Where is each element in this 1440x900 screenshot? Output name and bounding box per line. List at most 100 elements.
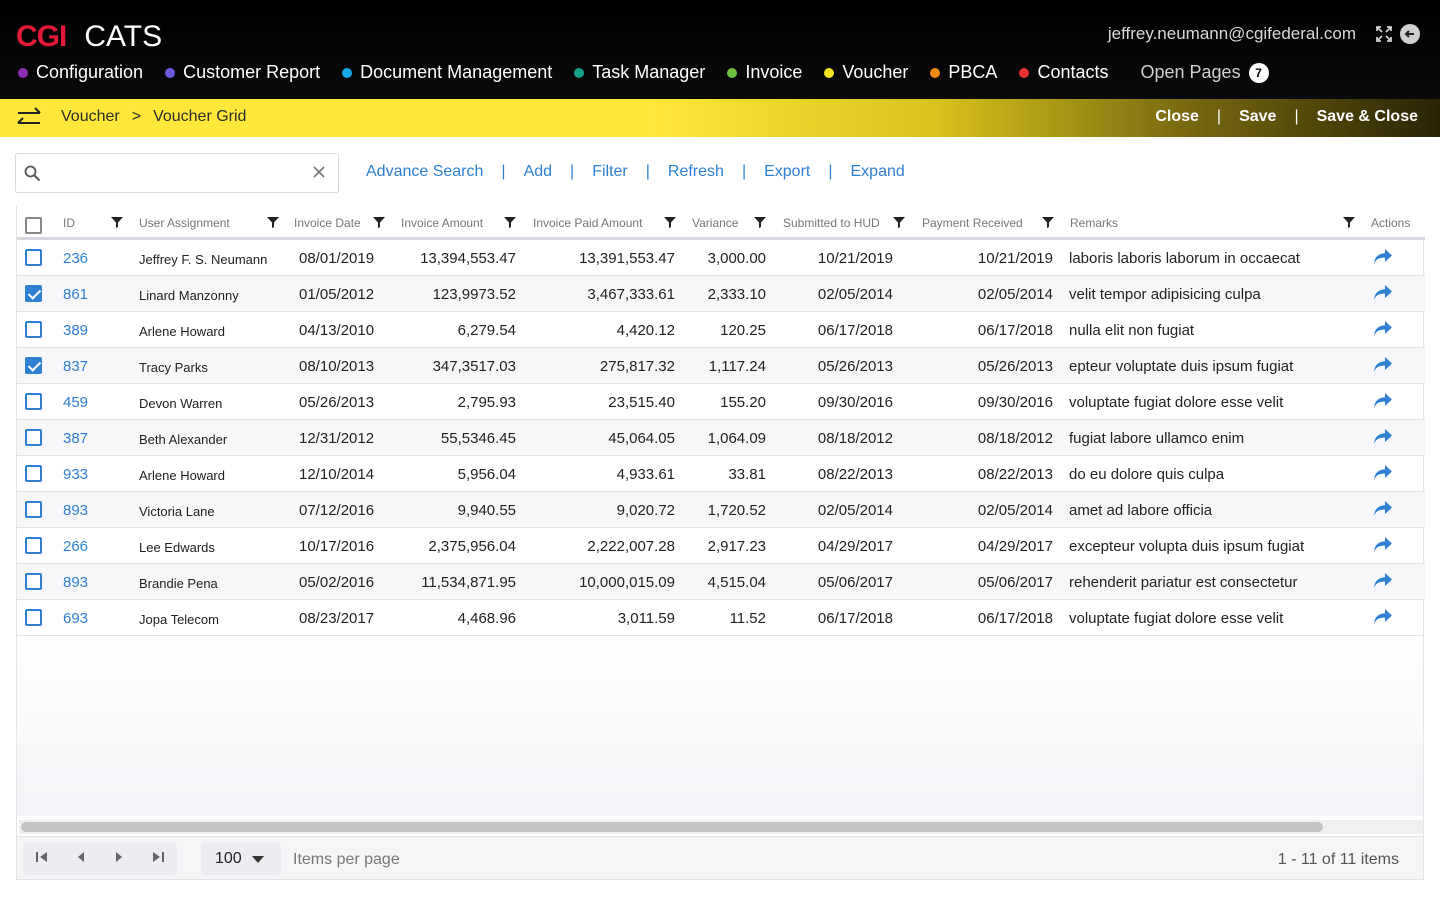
row-checkbox[interactable] — [25, 573, 42, 590]
table-row[interactable]: 933 Arlene Howard 12/10/2014 5,956.04 4,933.… — [17, 456, 1425, 492]
close-button[interactable]: Close — [1155, 108, 1199, 126]
share-arrow-icon[interactable] — [1373, 536, 1393, 558]
share-arrow-icon[interactable] — [1373, 284, 1393, 306]
cell-id[interactable]: 266 — [63, 538, 88, 555]
cell-id[interactable]: 387 — [63, 430, 88, 447]
nav-item-task-manager[interactable]: Task Manager — [574, 62, 705, 83]
table-row[interactable]: 837 Tracy Parks 08/10/2013 347,3517.03 275,8… — [17, 348, 1425, 384]
nav-item-configuration[interactable]: Configuration — [18, 62, 143, 83]
share-arrow-icon[interactable] — [1373, 500, 1393, 522]
cell-invoice-amount: 2,795.93 — [457, 394, 516, 411]
cell-remarks: epteur voluptate duis ipsum fugiat — [1069, 358, 1294, 375]
add-link[interactable]: Add — [524, 163, 552, 181]
column-header-id[interactable]: ID — [63, 216, 75, 230]
next-page-icon[interactable] — [112, 850, 126, 869]
nav-item-contacts[interactable]: Contacts — [1019, 62, 1109, 83]
nav-item-customer-report[interactable]: Customer Report — [165, 62, 320, 83]
open-pages-button[interactable]: Open Pages 7 — [1141, 62, 1269, 83]
search-input[interactable] — [50, 162, 310, 184]
logout-icon[interactable] — [1400, 24, 1420, 44]
nav-item-document-management[interactable]: Document Management — [342, 62, 552, 83]
share-arrow-icon[interactable] — [1373, 572, 1393, 594]
page-size-select[interactable]: 100 — [201, 843, 281, 875]
cell-id[interactable]: 236 — [63, 250, 88, 267]
share-arrow-icon[interactable] — [1373, 392, 1393, 414]
filter-icon[interactable] — [1042, 216, 1054, 228]
expand-link[interactable]: Expand — [851, 163, 905, 181]
first-page-icon[interactable] — [35, 850, 49, 869]
filter-icon[interactable] — [893, 216, 905, 228]
row-checkbox[interactable] — [25, 609, 42, 626]
column-header-payment-received[interactable]: Payment Received — [922, 216, 1023, 230]
column-header-variance[interactable]: Variance — [692, 216, 738, 230]
horizontal-scrollbar[interactable] — [19, 820, 1423, 834]
cell-id[interactable]: 693 — [63, 610, 88, 627]
table-row[interactable]: 459 Devon Warren 05/26/2013 2,795.93 23,515.… — [17, 384, 1425, 420]
filter-icon[interactable] — [111, 216, 123, 228]
table-row[interactable]: 693 Jopa Telecom 08/23/2017 4,468.96 3,011.5… — [17, 600, 1425, 636]
table-row[interactable]: 861 Linard Manzonny 01/05/2012 123,9973.52 3… — [17, 276, 1425, 312]
row-checkbox[interactable] — [25, 357, 42, 374]
save-button[interactable]: Save — [1239, 108, 1276, 126]
column-header-paid-amount[interactable]: Invoice Paid Amount — [533, 216, 642, 230]
share-arrow-icon[interactable] — [1373, 248, 1393, 270]
last-page-icon[interactable] — [151, 850, 165, 869]
app-logo[interactable]: CGI CATS — [16, 20, 162, 54]
cell-id[interactable]: 933 — [63, 466, 88, 483]
user-email[interactable]: jeffrey.neumann@cgifederal.com — [1108, 24, 1356, 44]
row-checkbox[interactable] — [25, 429, 42, 446]
filter-icon[interactable] — [373, 216, 385, 228]
row-checkbox[interactable] — [25, 465, 42, 482]
cell-id[interactable]: 893 — [63, 502, 88, 519]
filter-icon[interactable] — [664, 216, 676, 228]
column-header-user[interactable]: User Assignment — [139, 216, 230, 230]
share-arrow-icon[interactable] — [1373, 356, 1393, 378]
table-row[interactable]: 266 Lee Edwards 10/17/2016 2,375,956.04 2,22… — [17, 528, 1425, 564]
filter-icon[interactable] — [754, 216, 766, 228]
filter-icon[interactable] — [267, 216, 279, 228]
clear-search-icon[interactable] — [312, 165, 326, 184]
refresh-link[interactable]: Refresh — [668, 163, 724, 181]
column-header-submitted[interactable]: Submitted to HUD — [783, 216, 880, 230]
table-row[interactable]: 893 Brandie Pena 05/02/2016 11,534,871.95 10… — [17, 564, 1425, 600]
nav-item-voucher[interactable]: Voucher — [824, 62, 908, 83]
advance-search-link[interactable]: Advance Search — [366, 163, 483, 181]
cell-remarks: rehenderit pariatur est consectetur — [1069, 574, 1298, 591]
items-per-page-label: Items per page — [293, 851, 400, 868]
share-arrow-icon[interactable] — [1373, 608, 1393, 630]
share-arrow-icon[interactable] — [1373, 464, 1393, 486]
filter-link[interactable]: Filter — [592, 163, 628, 181]
nav-item-pbca[interactable]: PBCA — [930, 62, 997, 83]
swap-arrows-icon[interactable] — [16, 106, 42, 130]
cell-id[interactable]: 861 — [63, 286, 88, 303]
cell-id[interactable]: 893 — [63, 574, 88, 591]
filter-icon[interactable] — [504, 216, 516, 228]
export-link[interactable]: Export — [764, 163, 810, 181]
fullscreen-icon[interactable] — [1374, 24, 1394, 44]
row-checkbox[interactable] — [25, 285, 42, 302]
cell-id[interactable]: 459 — [63, 394, 88, 411]
column-header-invoice-amount[interactable]: Invoice Amount — [401, 216, 483, 230]
table-row[interactable]: 389 Arlene Howard 04/13/2010 6,279.54 4,420.… — [17, 312, 1425, 348]
share-arrow-icon[interactable] — [1373, 428, 1393, 450]
filter-icon[interactable] — [1343, 216, 1355, 228]
breadcrumb-voucher[interactable]: Voucher — [61, 108, 120, 126]
save-close-button[interactable]: Save & Close — [1317, 108, 1418, 126]
row-checkbox[interactable] — [25, 537, 42, 554]
column-header-remarks[interactable]: Remarks — [1070, 216, 1118, 230]
table-row[interactable]: 893 Victoria Lane 07/12/2016 9,940.55 9,020.… — [17, 492, 1425, 528]
scrollbar-thumb[interactable] — [21, 822, 1323, 832]
cell-id[interactable]: 837 — [63, 358, 88, 375]
column-header-invoice-date[interactable]: Invoice Date — [294, 216, 361, 230]
table-row[interactable]: 387 Beth Alexander 12/31/2012 55,5346.45 45,… — [17, 420, 1425, 456]
row-checkbox[interactable] — [25, 501, 42, 518]
previous-page-icon[interactable] — [74, 850, 88, 869]
table-row[interactable]: 236 Jeffrey F. S. Neumann 08/01/2019 13,394… — [17, 240, 1425, 276]
row-checkbox[interactable] — [25, 321, 42, 338]
select-all-checkbox[interactable] — [25, 217, 42, 234]
row-checkbox[interactable] — [25, 393, 42, 410]
cell-id[interactable]: 389 — [63, 322, 88, 339]
share-arrow-icon[interactable] — [1373, 320, 1393, 342]
row-checkbox[interactable] — [25, 249, 42, 266]
nav-item-invoice[interactable]: Invoice — [727, 62, 802, 83]
